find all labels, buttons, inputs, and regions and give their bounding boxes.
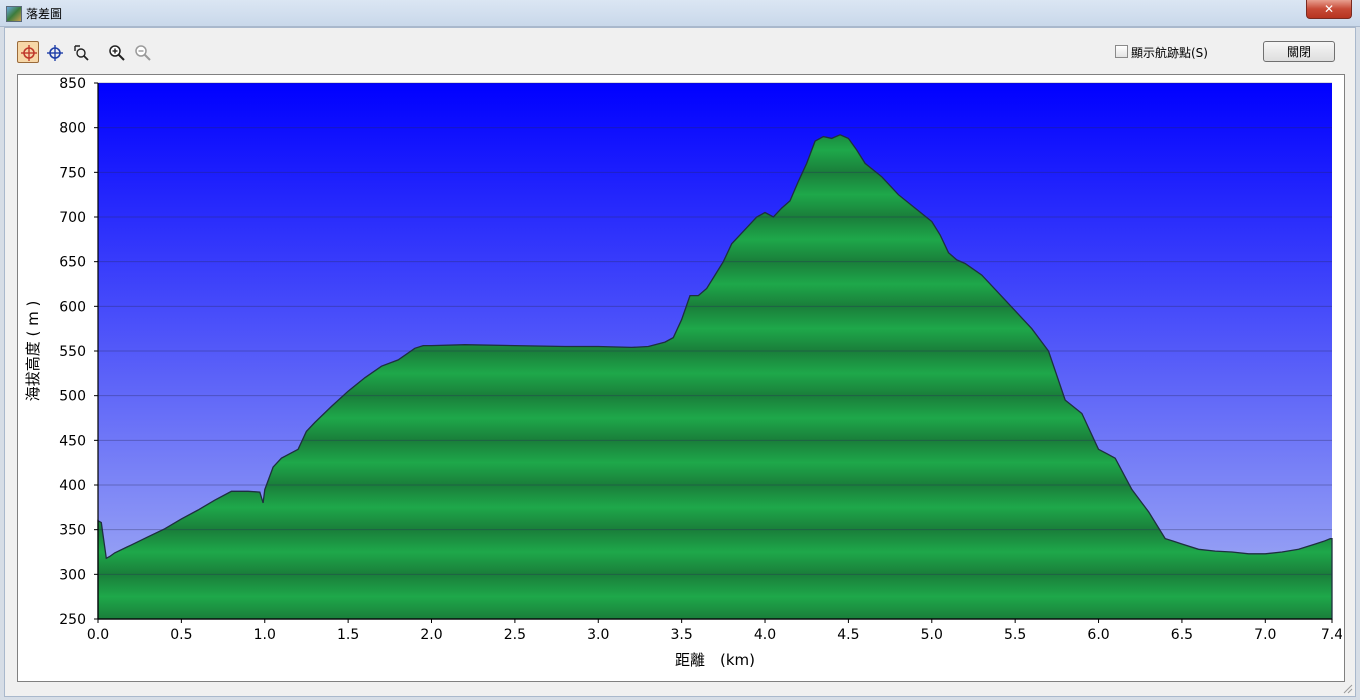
y-tick-label-850: 850	[59, 76, 86, 92]
x-tick-label-1.0: 1.0	[254, 627, 276, 643]
y-tick-label-650: 650	[59, 255, 86, 271]
close-button[interactable]: 關閉	[1263, 41, 1335, 62]
x-tick-label-0.5: 0.5	[170, 627, 192, 643]
x-tick-label-1.5: 1.5	[337, 627, 359, 643]
y-tick-label-450: 450	[59, 433, 86, 449]
elevation-chart-panel: 850 800 750 700 650 600 550 500 450 400 350 300 250 0…	[17, 74, 1345, 682]
y-tick-label-700: 700	[59, 210, 86, 226]
app-icon	[6, 6, 22, 22]
y-tick-label-800: 800	[59, 121, 86, 137]
crosshair-blue-icon[interactable]	[43, 41, 65, 63]
y-tick-label-750: 750	[59, 165, 86, 181]
title-bar: 落差圖 ✕	[0, 0, 1360, 27]
crosshair-red-icon[interactable]	[17, 41, 39, 63]
y-tick-label-300: 300	[59, 567, 86, 583]
x-tick-label-5.0: 5.0	[921, 627, 943, 643]
y-tick-label-250: 250	[59, 612, 86, 628]
x-tick-label-2.0: 2.0	[420, 627, 442, 643]
x-tick-label-0.0: 0.0	[87, 627, 109, 643]
x-tick-label-2.5: 2.5	[504, 627, 526, 643]
window-title: 落差圖	[26, 7, 63, 21]
y-tick-label-600: 600	[59, 299, 86, 315]
elevation-chart: 8508007507006506005505004504003503002500…	[24, 76, 1342, 669]
resize-grip-icon[interactable]	[1341, 682, 1353, 694]
zoom-out-icon[interactable]	[131, 41, 153, 63]
y-tick-label-400: 400	[59, 478, 86, 494]
x-tick-label-3.0: 3.0	[587, 627, 609, 643]
show-points-label: 顯示航跡點(S)	[1131, 46, 1208, 60]
toolbar: 顯示航跡點(S) 關閉	[5, 28, 1355, 72]
x-tick-label-3.5: 3.5	[671, 627, 693, 643]
zoom-in-icon[interactable]	[105, 41, 127, 63]
x-tick-label-6.5: 6.5	[1171, 627, 1193, 643]
x-tick-label-7.0: 7.0	[1254, 627, 1276, 643]
y-tick-label-350: 350	[59, 523, 86, 539]
y-tick-label-500: 500	[59, 389, 86, 405]
x-axis-label: 距離 (km)	[675, 651, 755, 669]
x-tick-label-4.5: 4.5	[837, 627, 859, 643]
y-tick-label-550: 550	[59, 344, 86, 360]
zoom-select-icon[interactable]	[69, 41, 91, 63]
x-tick-label-7.4: 7.4	[1321, 627, 1342, 643]
window-close-button[interactable]: ✕	[1306, 0, 1352, 19]
x-tick-label-6.0: 6.0	[1087, 627, 1109, 643]
x-tick-label-5.5: 5.5	[1004, 627, 1026, 643]
dialog-client: 顯示航跡點(S) 關閉 850 800 750 700 650 600 550 500 450 4…	[4, 27, 1356, 697]
y-axis-label: 海拔高度 ( m )	[24, 301, 42, 402]
show-points-checkbox[interactable]	[1115, 45, 1128, 58]
x-tick-label-4.0: 4.0	[754, 627, 776, 643]
